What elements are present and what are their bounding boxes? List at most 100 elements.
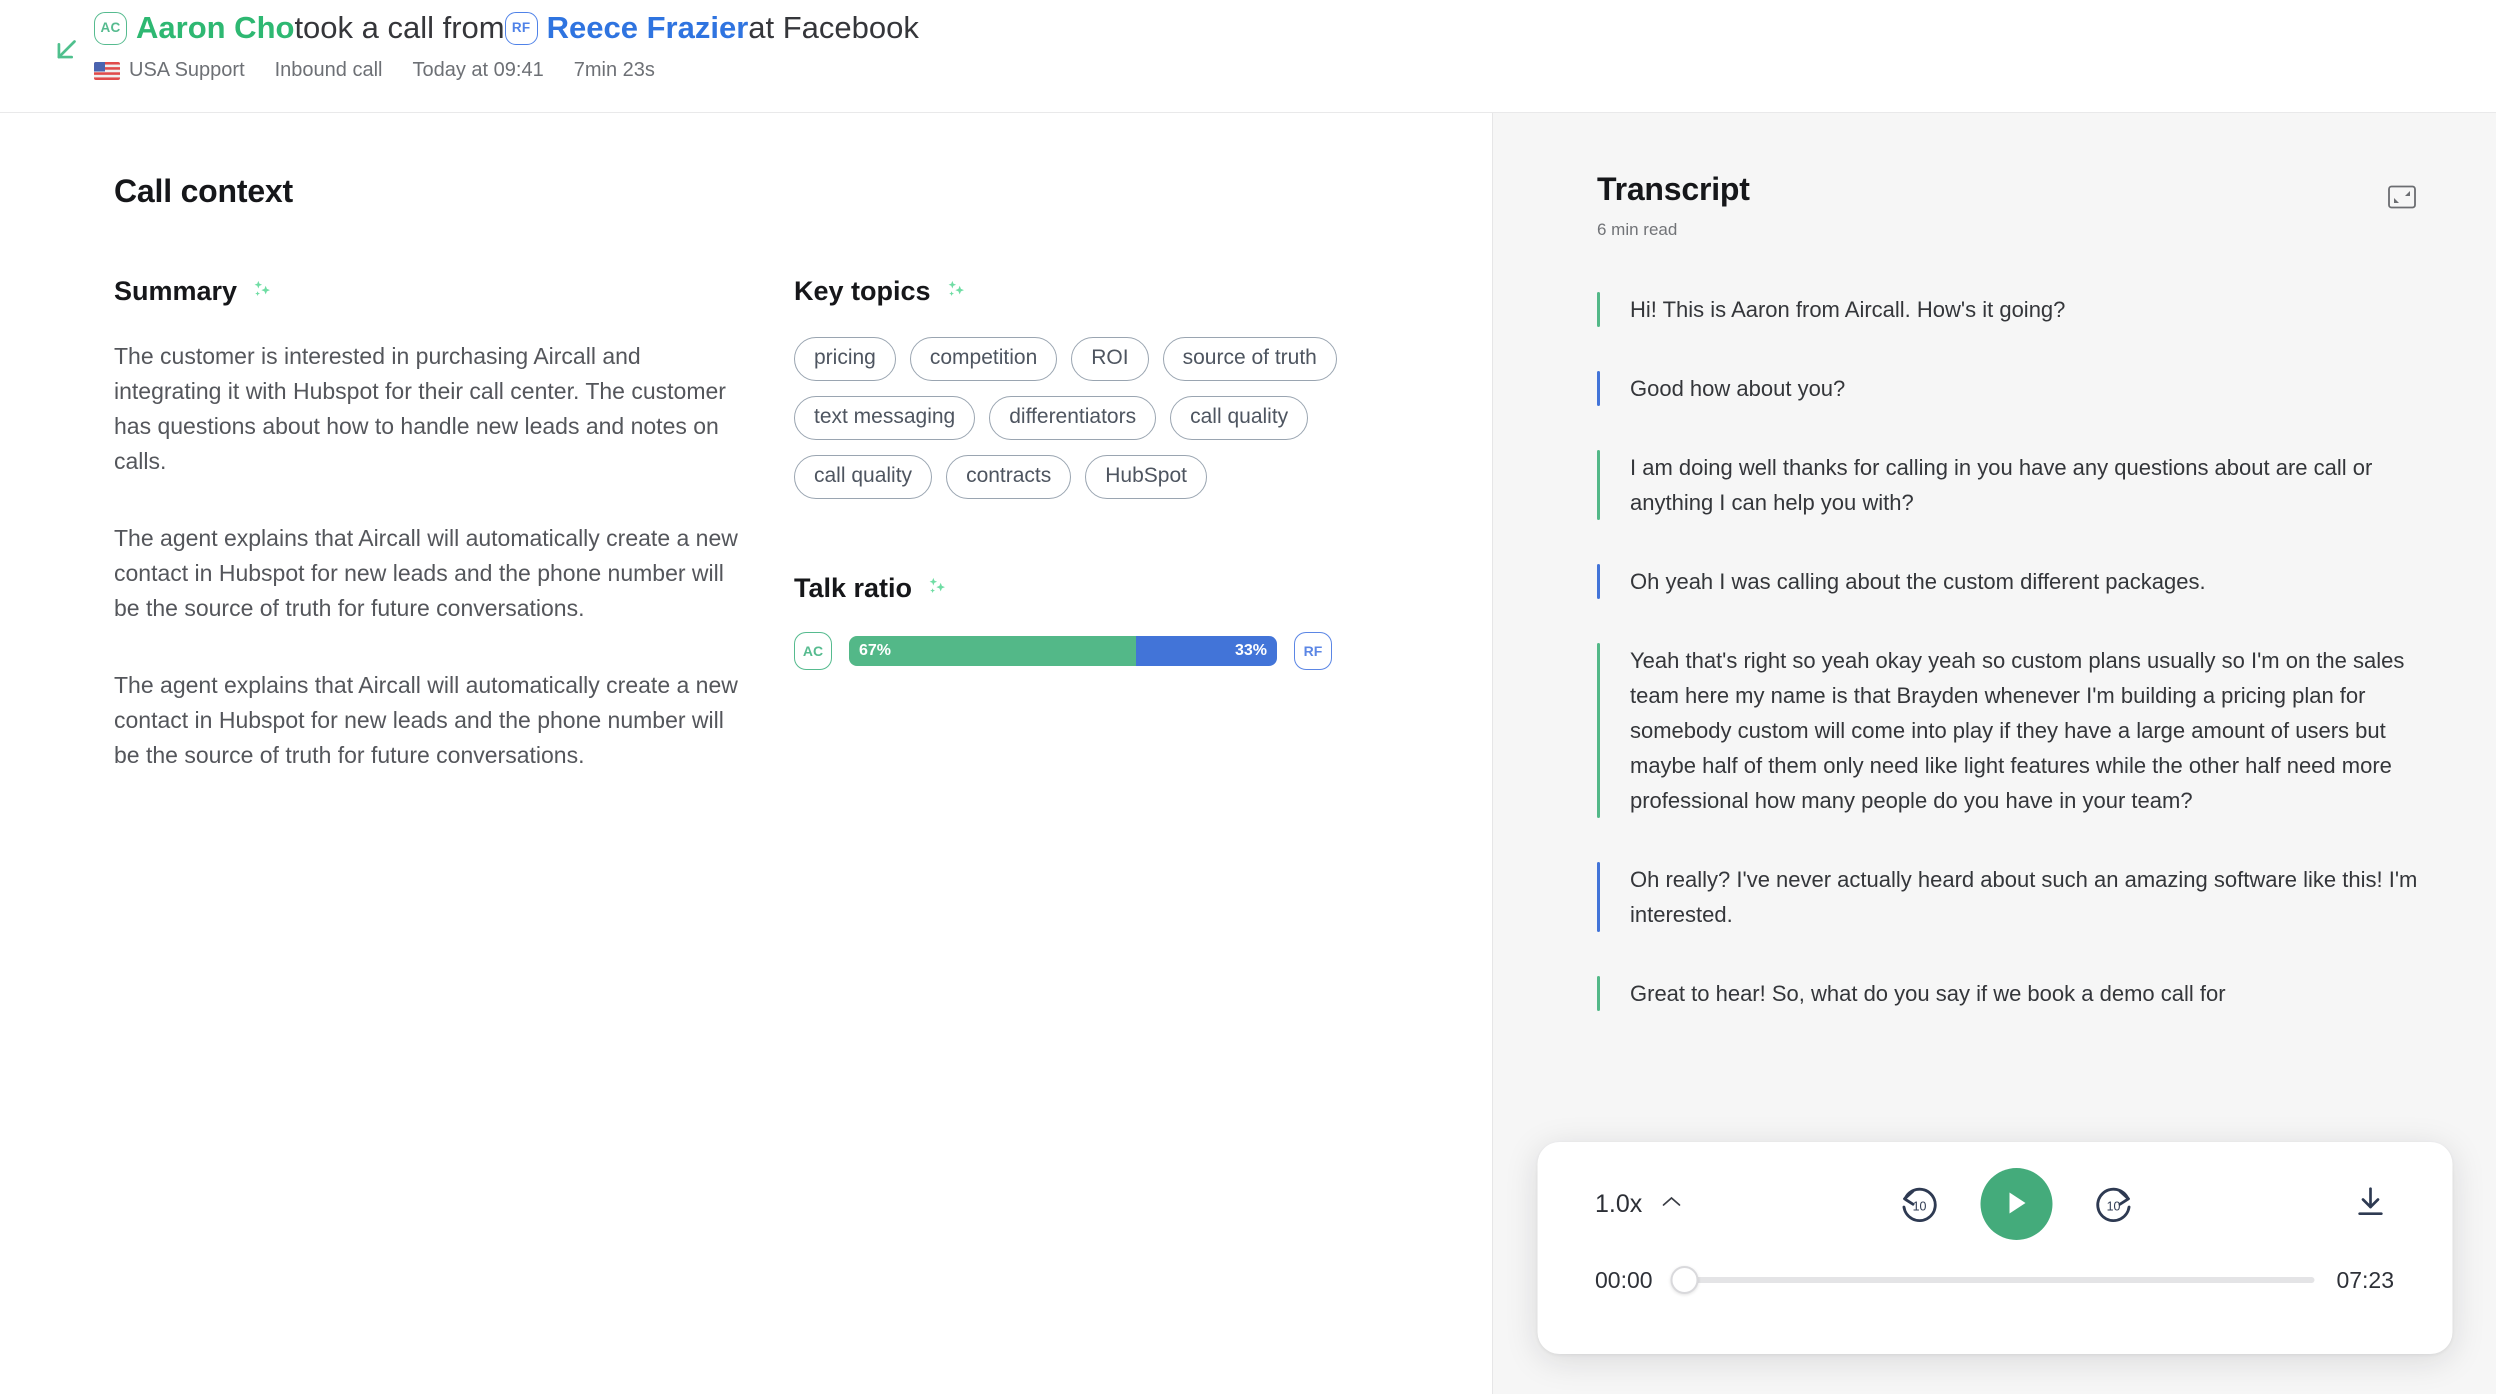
topic-tag[interactable]: source of truth (1162, 337, 1337, 381)
play-icon (2004, 1189, 2030, 1220)
topic-tag[interactable]: contracts (946, 455, 1072, 499)
meta-direction: Inbound call (274, 59, 383, 81)
speaker-rule-agent (1597, 292, 1600, 327)
talk-ratio-segment-agent: 67% (849, 636, 1136, 666)
page-title: Call context (114, 173, 293, 209)
avatar-customer: RF (504, 11, 538, 45)
transcript-message: Hi! This is Aaron from Aircall. How's it… (1597, 292, 2418, 327)
transcript-panel: Transcript 6 min read Hi! This is Aaron … (1492, 113, 2496, 1394)
transcript-message: Good how about you? (1597, 371, 2418, 406)
call-meta: USA Support Inbound call Today at 09:41 … (94, 59, 919, 82)
transcript-message-text: Hi! This is Aaron from Aircall. How's it… (1630, 297, 2066, 322)
call-title: AC Aaron Cho took a call from RF Reece F… (94, 8, 919, 48)
usa-flag-icon (94, 61, 120, 80)
speaker-rule-agent (1597, 450, 1600, 520)
transcript-title: Transcript (1597, 171, 1750, 207)
company-name: at Facebook (748, 10, 919, 45)
talk-ratio-bar-row: AC 67% 33% RF (794, 632, 1434, 670)
transcript-message: Oh really? I've never actually heard abo… (1597, 862, 2418, 932)
summary-heading-label: Summary (114, 276, 238, 306)
transcript-title-block: Transcript 6 min read (1597, 171, 1750, 240)
playback-speed-control[interactable]: 1.0x (1595, 1190, 1683, 1219)
summary-paragraph: The customer is interested in purchasing… (114, 343, 726, 474)
seek-slider[interactable] (1670, 1266, 2315, 1294)
seek-track (1674, 1277, 2315, 1283)
transcript-message: Great to hear! So, what do you say if we… (1597, 976, 2418, 1011)
key-topics-list: pricing competition ROI source of truth … (794, 337, 1354, 499)
ai-sparkle-icon (945, 276, 967, 307)
transcript-message: Oh yeah I was calling about the custom d… (1597, 564, 2418, 599)
talk-ratio-bar: 67% 33% (849, 636, 1277, 666)
customer-name[interactable]: Reece Frazier (547, 8, 749, 48)
page-header: AC Aaron Cho took a call from RF Reece F… (0, 0, 2496, 113)
transcript-message-text: Oh yeah I was calling about the custom d… (1630, 569, 2206, 594)
transcript-message-text: I am doing well thanks for calling in yo… (1630, 455, 2373, 515)
topic-tag[interactable]: pricing (794, 337, 896, 381)
topic-tag[interactable]: call quality (794, 455, 933, 499)
meta-duration: 7min 23s (573, 59, 655, 81)
topic-tag[interactable]: HubSpot (1085, 455, 1207, 499)
play-button[interactable] (1980, 1168, 2053, 1240)
speaker-rule-customer (1597, 862, 1600, 932)
speaker-rule-customer (1597, 564, 1600, 599)
arrow-down-left-icon[interactable] (38, 22, 94, 78)
current-time: 00:00 (1595, 1266, 1653, 1293)
talk-ratio-section: Talk ratio AC 67% 33% RF (794, 573, 1434, 670)
transcript-message-text: Great to hear! So, what do you say if we… (1630, 981, 2226, 1006)
title-connector: took a call from (294, 10, 505, 45)
key-topics-section: Key topics pricing competition ROI sourc… (794, 276, 1434, 773)
transcript-message-text: Oh really? I've never actually heard abo… (1630, 867, 2418, 927)
seek-handle[interactable] (1670, 1266, 1699, 1294)
speaker-rule-agent (1597, 976, 1600, 1011)
transcript-message-text: Good how about you? (1630, 376, 1846, 401)
total-time: 07:23 (2336, 1266, 2394, 1293)
ai-sparkle-icon (251, 276, 273, 307)
playback-speed-label: 1.0x (1595, 1189, 1643, 1218)
topic-tag[interactable]: ROI (1071, 337, 1149, 381)
summary-heading: Summary (114, 276, 794, 307)
svg-text:10: 10 (2107, 1200, 2121, 1214)
transcript-message: Yeah that's right so yeah okay yeah so c… (1597, 643, 2418, 818)
forward-10-icon[interactable]: 10 (2091, 1181, 2137, 1227)
summary-paragraph: The agent explains that Aircall will aut… (114, 525, 738, 621)
key-topics-heading-label: Key topics (794, 276, 931, 306)
header-body: AC Aaron Cho took a call from RF Reece F… (94, 0, 919, 82)
chevron-up-icon (1659, 1194, 1683, 1215)
agent-name[interactable]: Aaron Cho (136, 8, 294, 48)
summary-paragraph: The agent explains that Aircall will aut… (114, 672, 738, 768)
transcript-message-text: Yeah that's right so yeah okay yeah so c… (1630, 648, 2405, 813)
summary-section: Summary The customer is interested in pu… (114, 276, 794, 773)
transcript-message: I am doing well thanks for calling in yo… (1597, 450, 2418, 520)
call-detail-page: AC Aaron Cho took a call from RF Reece F… (0, 0, 2496, 1394)
transport-controls: 10 10 (1683, 1168, 2350, 1240)
player-progress: 00:00 07:23 (1595, 1266, 2394, 1294)
topic-tag[interactable]: text messaging (794, 396, 976, 440)
talk-ratio-heading: Talk ratio (794, 573, 1434, 604)
speaker-rule-agent (1597, 643, 1600, 818)
svg-text:10: 10 (1913, 1200, 1927, 1214)
collapse-panel-icon[interactable] (2380, 175, 2424, 219)
rewind-10-icon[interactable]: 10 (1897, 1181, 1943, 1227)
talk-ratio-heading-label: Talk ratio (794, 573, 913, 603)
talk-ratio-customer-value: 33% (1234, 642, 1267, 659)
talk-ratio-avatar-agent: AC (794, 632, 832, 670)
topic-tag[interactable]: differentiators (989, 396, 1157, 440)
player-controls: 1.0x 10 10 (1595, 1142, 2394, 1266)
call-context-panel: Call context Summary The customer is int… (0, 113, 1492, 1394)
talk-ratio-segment-customer: 33% (1135, 636, 1277, 666)
transcript-read-time: 6 min read (1597, 220, 1678, 239)
page-body: Call context Summary The customer is int… (0, 113, 2496, 1394)
talk-ratio-avatar-customer: RF (1294, 632, 1332, 670)
transcript-list: Hi! This is Aaron from Aircall. How's it… (1493, 240, 2496, 1011)
topic-tag[interactable]: call quality (1170, 396, 1309, 440)
speaker-rule-customer (1597, 371, 1600, 406)
audio-player: 1.0x 10 10 00:00 07:23 (1537, 1142, 2452, 1354)
topic-tag[interactable]: competition (909, 337, 1058, 381)
meta-time: Today at 09:41 (412, 59, 544, 81)
talk-ratio-agent-value: 67% (859, 642, 892, 659)
meta-line-label: USA Support (129, 59, 245, 81)
transcript-header: Transcript 6 min read (1493, 113, 2496, 240)
context-columns: Summary The customer is interested in pu… (114, 276, 1492, 773)
avatar-agent: AC (94, 11, 127, 45)
download-icon[interactable] (2350, 1182, 2394, 1226)
